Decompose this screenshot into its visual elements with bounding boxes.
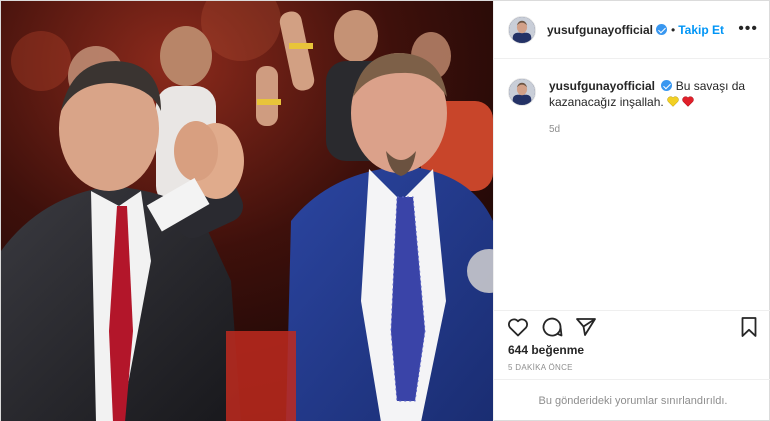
post-side-panel: yusufgunayofficial • Takip Et ••• yusufg…	[493, 1, 770, 421]
caption-body: yusufgunayofficial Bu savaşı da kazanaca…	[549, 78, 758, 138]
action-bar	[494, 310, 770, 340]
post-header: yusufgunayofficial • Takip Et •••	[494, 1, 770, 59]
verified-badge-icon	[656, 24, 668, 35]
bookmark-icon[interactable]	[737, 315, 761, 339]
yellow-heart-icon	[667, 96, 679, 107]
heart-outline-icon[interactable]	[506, 315, 530, 339]
red-heart-icon	[682, 96, 695, 107]
avatar-image	[509, 16, 535, 43]
instagram-post: yusufgunayofficial • Takip Et ••• yusufg…	[0, 0, 770, 421]
comments-section: yusufgunayofficial Bu savaşı da kazanaca…	[494, 60, 770, 138]
caption-avatar[interactable]	[508, 78, 536, 106]
username-link[interactable]: yusufgunayofficial	[547, 23, 653, 37]
comments-limited-notice: Bu gönderideki yorumlar sınırlandırıldı.	[494, 379, 770, 421]
caption-row: yusufgunayofficial Bu savaşı da kazanaca…	[508, 78, 758, 138]
likes-count[interactable]: 644 beğenme	[508, 343, 584, 357]
caption-verified-badge-icon	[661, 80, 673, 91]
paper-plane-icon[interactable]	[574, 315, 598, 339]
caption-avatar-image	[509, 79, 535, 105]
more-options-icon[interactable]: •••	[738, 21, 758, 37]
post-timestamp[interactable]: 5 DAKİKA ÖNCE	[508, 363, 573, 372]
separator-dot: •	[671, 22, 676, 37]
caption-time[interactable]: 5d	[549, 122, 758, 138]
follow-button[interactable]: Takip Et	[678, 23, 724, 37]
post-photo[interactable]	[1, 1, 493, 421]
post-photo-illustration	[1, 1, 493, 421]
caption-username-link[interactable]: yusufgunayofficial	[549, 79, 655, 93]
avatar[interactable]	[508, 15, 536, 44]
comment-bubble-icon[interactable]	[540, 315, 564, 339]
